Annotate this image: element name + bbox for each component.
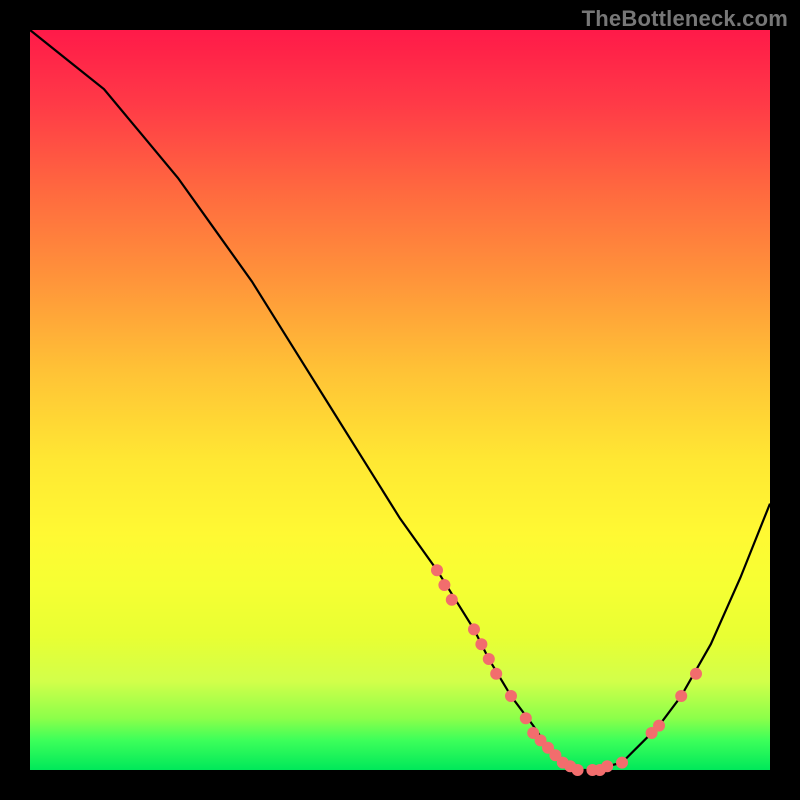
data-marker <box>520 712 532 724</box>
data-marker <box>653 720 665 732</box>
marker-group <box>431 564 702 776</box>
data-marker <box>490 668 502 680</box>
data-marker <box>438 579 450 591</box>
data-marker <box>475 638 487 650</box>
data-marker <box>675 690 687 702</box>
data-marker <box>572 764 584 776</box>
data-marker <box>431 564 443 576</box>
data-marker <box>601 760 613 772</box>
bottleneck-curve <box>30 30 770 770</box>
watermark-text: TheBottleneck.com <box>582 6 788 32</box>
data-marker <box>616 757 628 769</box>
data-marker <box>446 594 458 606</box>
data-marker <box>690 668 702 680</box>
data-marker <box>483 653 495 665</box>
plot-area <box>30 30 770 770</box>
curve-svg <box>30 30 770 770</box>
data-marker <box>468 623 480 635</box>
chart-frame: TheBottleneck.com <box>0 0 800 800</box>
data-marker <box>505 690 517 702</box>
